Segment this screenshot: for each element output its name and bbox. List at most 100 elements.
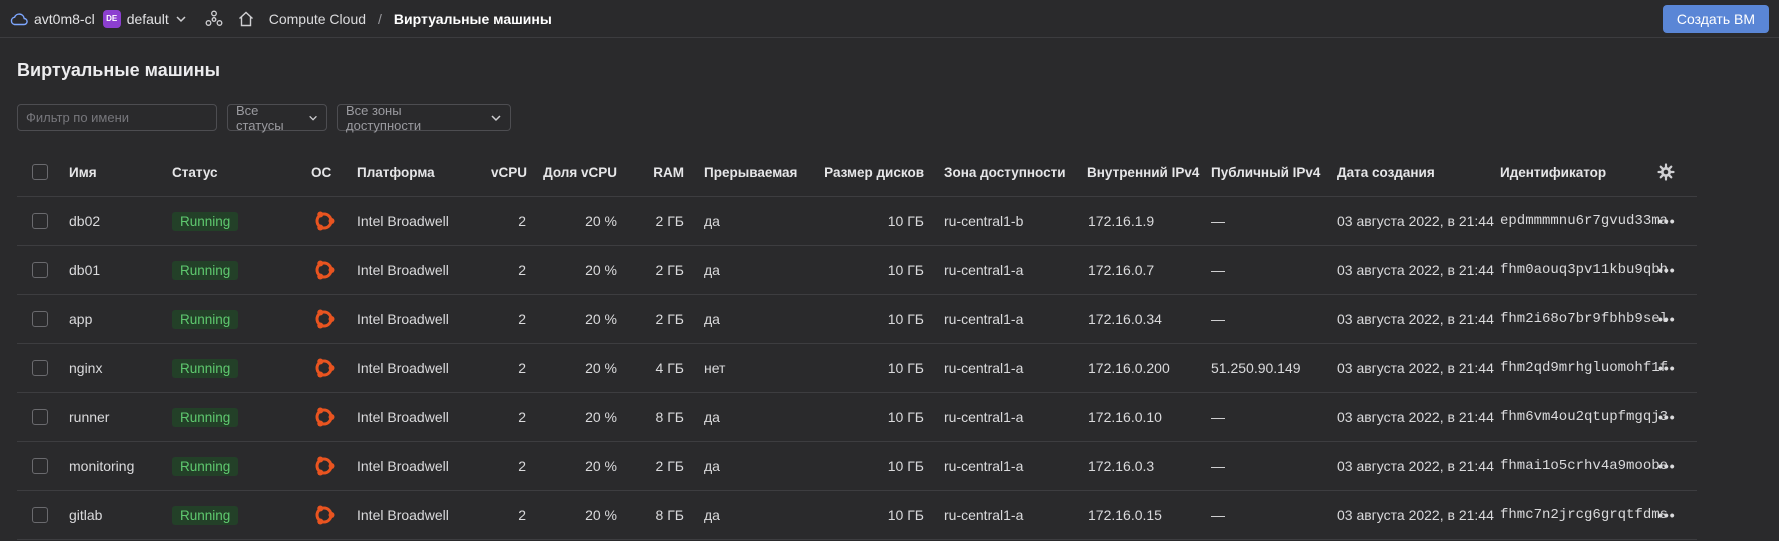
preemptible: да — [704, 262, 720, 278]
internal-ip: 172.16.0.34 — [1088, 311, 1162, 327]
ram: 2 ГБ — [655, 311, 684, 327]
preemptible: нет — [704, 360, 726, 376]
created-date: 03 августа 2022, в 21:44 — [1337, 409, 1494, 425]
filters-bar: Все статусы Все зоны доступности — [17, 102, 521, 133]
preemptible: да — [704, 409, 720, 425]
platform: Intel Broadwell — [357, 409, 449, 425]
platform: Intel Broadwell — [357, 507, 449, 523]
disk-size: 10 ГБ — [887, 311, 924, 327]
zone-select-value: Все зоны доступности — [346, 102, 422, 133]
row-checkbox[interactable] — [32, 507, 48, 523]
os-cell — [312, 344, 336, 392]
table-header-row: Имя Статус ОС Платформа vCPU Доля vCPU R… — [17, 148, 1697, 197]
header-os[interactable]: ОС — [311, 148, 331, 196]
table-row[interactable]: nginx Running Intel Broadwell 2 20 % 4 Г… — [17, 344, 1697, 393]
row-checkbox[interactable] — [32, 311, 48, 327]
vm-id: fhm6vm4ou2qtupfmgqj3 — [1500, 409, 1669, 425]
vm-name[interactable]: monitoring — [69, 442, 134, 490]
preemptible: да — [704, 458, 720, 474]
row-checkbox[interactable] — [32, 458, 48, 474]
header-zone[interactable]: Зона доступности — [944, 148, 1066, 196]
vcpu-share: 20 % — [585, 409, 617, 425]
vm-name[interactable]: db02 — [69, 197, 100, 245]
table-row[interactable]: db01 Running Intel Broadwell 2 20 % 2 ГБ… — [17, 246, 1697, 295]
platform: Intel Broadwell — [357, 458, 449, 474]
zone-select[interactable]: Все зоны доступности — [337, 102, 511, 133]
home-icon[interactable] — [237, 10, 255, 28]
more-icon[interactable]: ••• — [1658, 246, 1676, 294]
status-select[interactable]: Все статусы — [227, 103, 327, 133]
header-status[interactable]: Статус — [172, 148, 218, 196]
header-vcpu[interactable]: vCPU — [437, 148, 527, 196]
status-cell: Running — [172, 197, 239, 245]
os-cell — [312, 197, 336, 245]
row-checkbox[interactable] — [32, 360, 48, 376]
header-internal-ip[interactable]: Внутренний IPv4 — [1087, 148, 1199, 196]
header-id[interactable]: Идентификатор — [1500, 148, 1606, 196]
header-public-ip[interactable]: Публичный IPv4 — [1211, 148, 1320, 196]
select-all-checkbox[interactable] — [32, 164, 48, 180]
header-created[interactable]: Дата создания — [1337, 148, 1435, 196]
vm-name[interactable]: nginx — [69, 344, 102, 392]
more-icon[interactable]: ••• — [1658, 197, 1676, 245]
row-checkbox[interactable] — [32, 213, 48, 229]
breadcrumb-service[interactable]: Compute Cloud — [269, 11, 366, 27]
more-icon[interactable]: ••• — [1658, 491, 1676, 539]
vcpu: 2 — [518, 409, 526, 425]
more-icon[interactable]: ••• — [1658, 442, 1676, 490]
chevron-down-icon[interactable] — [175, 13, 187, 25]
table-row[interactable]: monitoring Running Intel Broadwell 2 20 … — [17, 442, 1697, 491]
vm-id: fhm2qd9mrhgluomohf1f — [1500, 360, 1669, 376]
row-checkbox-cell — [32, 295, 50, 343]
status-badge: Running — [172, 260, 239, 280]
folder-selector[interactable]: default — [127, 11, 169, 27]
vm-name[interactable]: app — [69, 295, 92, 343]
column-settings[interactable] — [1657, 148, 1675, 196]
header-vcpu-share[interactable]: Доля vCPU — [527, 148, 617, 196]
zone: ru-central1-b — [944, 213, 1024, 229]
header-ram[interactable]: RAM — [617, 148, 684, 196]
status-cell: Running — [172, 246, 239, 294]
disk-size: 10 ГБ — [887, 262, 924, 278]
create-vm-button[interactable]: Создать ВМ — [1662, 5, 1769, 33]
cloud-account-name[interactable]: avt0m8-cl — [34, 11, 95, 27]
header-disk-size[interactable]: Размер дисков — [807, 148, 924, 196]
preemptible: да — [704, 213, 720, 229]
platform: Intel Broadwell — [357, 262, 449, 278]
cloud-icon[interactable] — [10, 12, 28, 26]
name-filter-input[interactable] — [17, 104, 217, 131]
status-badge: Running — [172, 358, 239, 378]
more-icon[interactable]: ••• — [1658, 295, 1676, 343]
zone: ru-central1-a — [944, 262, 1024, 278]
breadcrumb-separator: / — [378, 10, 382, 27]
more-icon[interactable]: ••• — [1658, 393, 1676, 441]
table-row[interactable]: runner Running Intel Broadwell 2 20 % 8 … — [17, 393, 1697, 442]
select-all-cell — [32, 148, 50, 196]
vm-name[interactable]: gitlab — [69, 491, 102, 539]
os-cell — [312, 393, 336, 441]
ram: 2 ГБ — [655, 262, 684, 278]
created-date: 03 августа 2022, в 21:44 — [1337, 458, 1494, 474]
table-row[interactable]: app Running Intel Broadwell 2 20 % 2 ГБ … — [17, 295, 1697, 344]
header-platform[interactable]: Платформа — [357, 148, 435, 196]
disk-size: 10 ГБ — [887, 360, 924, 376]
more-icon[interactable]: ••• — [1658, 344, 1676, 392]
table-row[interactable]: db02 Running Intel Broadwell 2 20 % 2 ГБ… — [17, 197, 1697, 246]
row-checkbox-cell — [32, 491, 50, 539]
header-name[interactable]: Имя — [69, 148, 97, 196]
page-title: Виртуальные машины — [17, 60, 221, 80]
vm-name[interactable]: runner — [69, 393, 109, 441]
row-checkbox[interactable] — [32, 262, 48, 278]
ubuntu-icon — [315, 309, 335, 329]
created-date: 03 августа 2022, в 21:44 — [1337, 360, 1494, 376]
internal-ip: 172.16.1.9 — [1088, 213, 1155, 229]
row-checkbox[interactable] — [32, 409, 48, 425]
services-icon[interactable] — [205, 10, 223, 28]
header-preemptible[interactable]: Прерываемая — [704, 148, 797, 196]
vcpu-share: 20 % — [585, 311, 617, 327]
os-cell — [312, 491, 336, 539]
table-row[interactable]: gitlab Running Intel Broadwell 2 20 % 8 … — [17, 491, 1697, 540]
chevron-down-icon — [491, 114, 501, 121]
vm-name[interactable]: db01 — [69, 246, 100, 294]
public-ip: — — [1211, 311, 1225, 327]
